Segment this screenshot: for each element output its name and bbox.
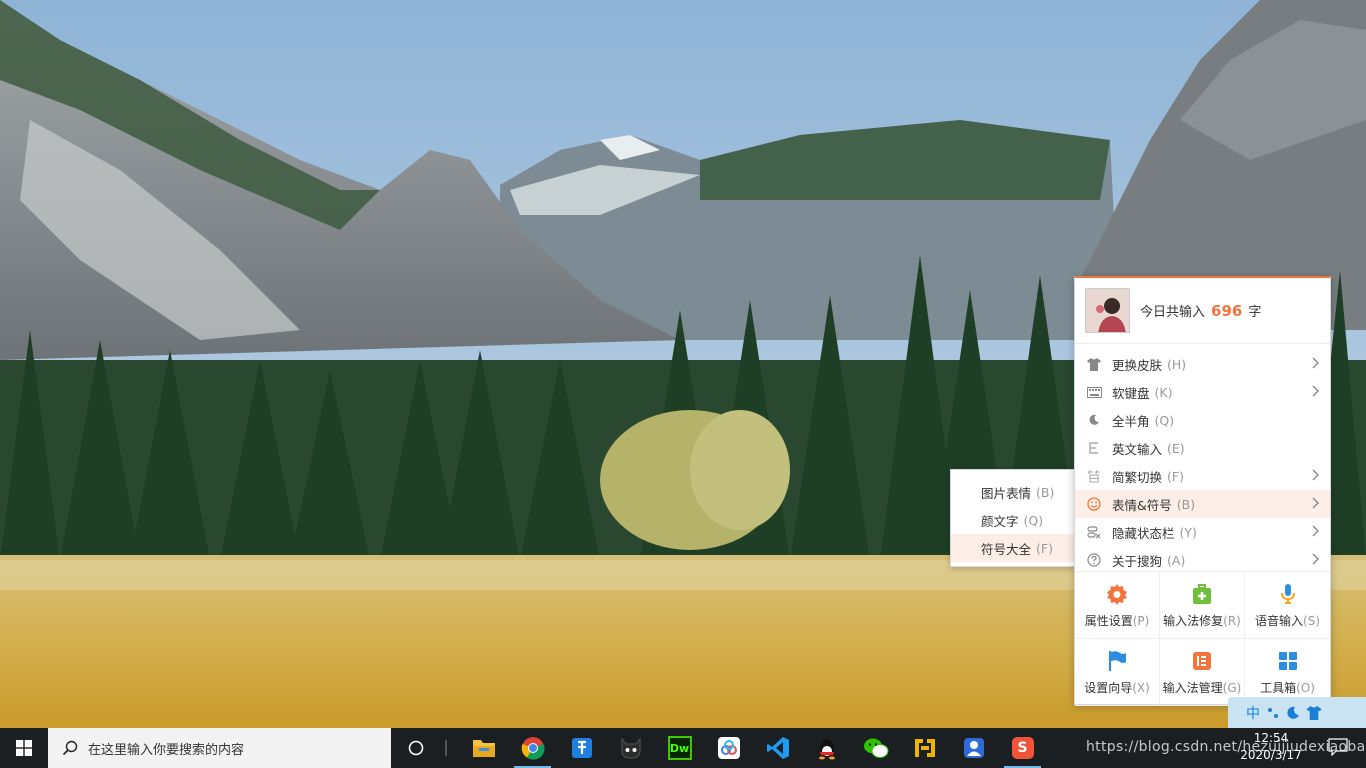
wechat-icon xyxy=(863,738,888,758)
grid-item-toolbox[interactable]: 工具箱(O) xyxy=(1245,639,1330,706)
pin-cross-icon xyxy=(571,738,592,758)
simplified-char-icon xyxy=(1085,467,1103,485)
taskbar-file-explorer[interactable] xyxy=(459,728,508,768)
flag-icon xyxy=(1108,650,1126,671)
grid-item-ime-repair[interactable]: 输入法修复(R) xyxy=(1160,572,1245,639)
yellow-tool-icon xyxy=(914,739,935,757)
cat-icon xyxy=(621,737,640,759)
chevron-right-icon xyxy=(1312,469,1319,481)
folder-icon xyxy=(472,740,495,757)
smiley-icon xyxy=(1085,495,1103,513)
qq-penguin-icon xyxy=(818,739,835,760)
taskbar-pinned-app[interactable] xyxy=(557,728,606,768)
taskbar-sogou[interactable]: S xyxy=(998,728,1047,768)
menu-header: 今日共输入 696 字 xyxy=(1075,278,1330,344)
submenu-item-symbols[interactable]: 符号大全 (F) xyxy=(951,534,1079,562)
notification-icon[interactable] xyxy=(1328,738,1348,756)
sogou-ime-menu: 今日共输入 696 字 更换皮肤 (H) 软键盘 (K) 全半角 (Q) 英文输… xyxy=(1074,276,1331,706)
taskbar-baidu-netdisk[interactable] xyxy=(704,728,753,768)
chevron-right-icon xyxy=(1312,385,1319,397)
emoji-symbol-submenu: 图片表情 (B) 颜文字 (Q) 符号大全 (F) xyxy=(950,469,1080,567)
chevron-right-icon xyxy=(1312,497,1319,509)
quick-actions-grid: 属性设置(P) 输入法修复(R) 语音输入(S) 设置向导(X) 输入法管理(G… xyxy=(1075,571,1330,706)
clock-date: 2020/3/17 xyxy=(1240,748,1302,762)
taskbar-wechat[interactable] xyxy=(851,728,900,768)
medkit-icon xyxy=(1193,583,1211,604)
chevron-right-icon xyxy=(1312,357,1319,369)
gear-icon xyxy=(1107,583,1127,605)
chrome-icon xyxy=(521,737,545,760)
grid-item-setup-wizard[interactable]: 设置向导(X) xyxy=(1075,639,1160,706)
menu-item-change-skin[interactable]: 更换皮肤 (H) xyxy=(1075,350,1330,378)
submenu-item-kaomoji[interactable]: 颜文字 (Q) xyxy=(951,506,1079,534)
search-icon xyxy=(62,740,78,756)
menu-item-hide-status-bar[interactable]: 隐藏状态栏 (Y) xyxy=(1075,518,1330,546)
taskbar-qq[interactable] xyxy=(802,728,851,768)
ime-status-bar[interactable]: 中 xyxy=(1228,697,1366,728)
taskbar-chrome[interactable] xyxy=(508,728,557,768)
blue-app-icon xyxy=(963,738,984,758)
menu-item-about-sogou[interactable]: 关于搜狗 (A) xyxy=(1075,546,1330,574)
chevron-right-icon xyxy=(1312,553,1319,565)
system-clock[interactable]: 12:54 2020/3/17 xyxy=(1236,730,1306,764)
search-placeholder: 在这里输入你要搜索的内容 xyxy=(88,742,245,758)
windows-logo-icon xyxy=(16,740,32,756)
taskbar-search-box[interactable]: 在这里输入你要搜索的内容 xyxy=(48,728,391,768)
taskbar-dreamweaver[interactable]: Dw xyxy=(655,728,704,768)
hide-bar-icon xyxy=(1085,523,1103,541)
menu-item-english-input[interactable]: 英文输入 (E) xyxy=(1075,434,1330,462)
avatar[interactable] xyxy=(1085,288,1130,333)
menu-item-simplified-traditional[interactable]: 简繁切换 (F) xyxy=(1075,462,1330,490)
today-input-stat: 今日共输入 696 字 xyxy=(1140,302,1262,320)
taskbar-yellow-app[interactable] xyxy=(900,728,949,768)
grid-item-ime-management[interactable]: 输入法管理(G) xyxy=(1160,639,1245,706)
vscode-icon xyxy=(766,737,789,759)
ime-lang-indicator[interactable]: 中 xyxy=(1246,703,1260,723)
cloud-disk-icon xyxy=(717,737,740,759)
microphone-icon xyxy=(1280,583,1295,604)
cortana-button[interactable] xyxy=(391,728,441,768)
grid-item-voice-input[interactable]: 语音输入(S) xyxy=(1245,572,1330,639)
cortana-circle-icon xyxy=(408,740,424,756)
clock-time: 12:54 xyxy=(1253,731,1289,745)
punctuation-icon[interactable] xyxy=(1266,706,1280,720)
list-manage-icon xyxy=(1193,651,1211,670)
menu-item-soft-keyboard[interactable]: 软键盘 (K) xyxy=(1075,378,1330,406)
taskbar-vscode[interactable] xyxy=(753,728,802,768)
taskbar-blue-app[interactable] xyxy=(949,728,998,768)
submenu-item-image-emoji[interactable]: 图片表情 (B) xyxy=(951,478,1079,506)
start-button[interactable] xyxy=(0,728,48,768)
grid-item-property-settings[interactable]: 属性设置(P) xyxy=(1075,572,1160,639)
taskbar-cat-app[interactable] xyxy=(606,728,655,768)
moon-icon xyxy=(1085,411,1103,429)
taskbar-separator xyxy=(445,740,447,756)
shirt-icon[interactable] xyxy=(1306,705,1322,720)
moon-icon[interactable] xyxy=(1286,706,1300,720)
letter-e-icon xyxy=(1085,439,1103,457)
input-count: 696 xyxy=(1211,302,1243,320)
keyboard-icon xyxy=(1085,383,1103,401)
help-icon xyxy=(1085,551,1103,569)
grid-apps-icon xyxy=(1278,651,1297,670)
menu-item-emoji-symbols[interactable]: 表情&符号 (B) xyxy=(1075,490,1330,518)
blog-watermark: https://blog.csdn.net/hezuijiudexiaobai xyxy=(1086,739,1366,755)
menu-item-full-half-width[interactable]: 全半角 (Q) xyxy=(1075,406,1330,434)
chevron-right-icon xyxy=(1312,525,1319,537)
shirt-icon xyxy=(1085,355,1103,373)
